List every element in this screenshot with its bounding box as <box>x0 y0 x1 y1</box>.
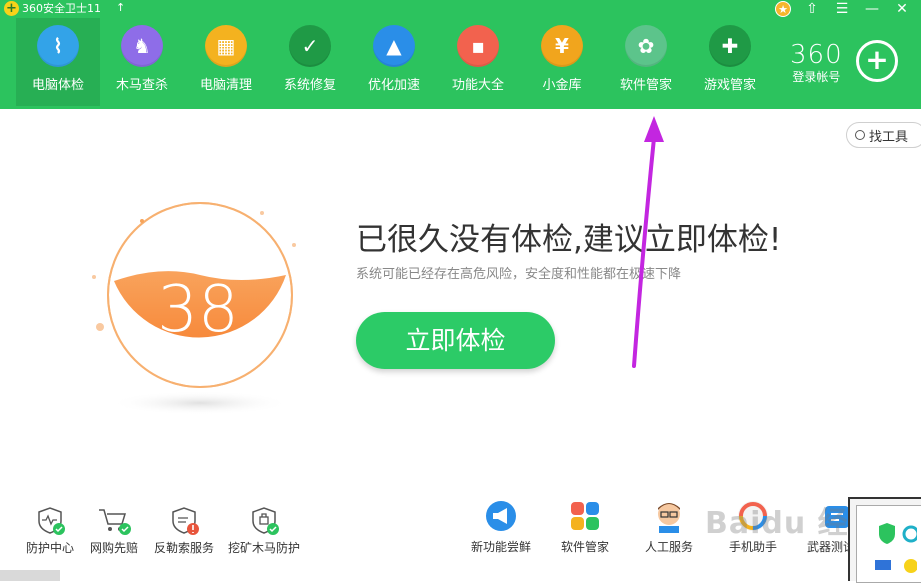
bottom-left-services: 防护中心 网购先赔 反勒索服务 挖矿木马防护 <box>20 505 308 556</box>
apps-icon: ✿ <box>625 25 667 67</box>
skin-icon[interactable]: ⇧ <box>803 1 821 17</box>
quick-link-label: 软件管家 <box>560 540 609 554</box>
add-icon[interactable]: + <box>856 40 898 82</box>
nav-item-8[interactable]: ✚ 游戏管家 <box>688 18 772 106</box>
logo-icon: + <box>4 1 19 16</box>
megaphone-icon <box>464 498 538 534</box>
tray-popup-content <box>856 505 921 583</box>
quick-link-label: 人工服务 <box>644 540 693 554</box>
quick-link-0[interactable]: 新功能尝鲜 <box>464 498 538 555</box>
gamepad-icon: ✚ <box>709 25 751 67</box>
lock-shield-icon <box>224 505 304 537</box>
close-icon[interactable]: ✕ <box>893 1 911 17</box>
nav-item-2[interactable]: ▦ 电脑清理 <box>184 18 268 106</box>
main-nav: ⌇ 电脑体检 ♞ 木马查杀 ▦ 电脑清理 ✓ 系统修复 ▲ 优化加速 ▪ 功能大全 ¥ 小金库 ✿ 软件管家 ✚… <box>16 18 772 106</box>
start-check-button[interactable]: 立即体检 <box>356 312 555 369</box>
service-2[interactable]: 反勒索服务 <box>148 505 220 556</box>
nav-label: 功能大全 <box>451 78 504 93</box>
score-value: 38 <box>157 273 238 347</box>
coin-icon: ¥ <box>541 25 583 67</box>
quick-link-label: 新功能尝鲜 <box>470 540 531 554</box>
score-gauge: 38 分 <box>92 202 296 415</box>
monitor-icon: ⌇ <box>37 25 79 67</box>
score-unit: 分 <box>241 328 254 343</box>
menu-icon[interactable]: ☰ <box>833 1 851 17</box>
annotation-arrow <box>632 116 664 368</box>
nav-label: 小金库 <box>542 78 582 93</box>
find-tools-label: 找工具 <box>869 129 909 145</box>
horse-icon: ♞ <box>121 25 163 67</box>
apps-icon <box>548 498 622 534</box>
service-label: 网购先赔 <box>89 541 138 555</box>
nav-item-6[interactable]: ¥ 小金库 <box>520 18 604 106</box>
window-controls: ★ ⇧ ☰ — ✕ <box>775 0 911 18</box>
taskbar-fragment <box>0 570 60 581</box>
minimize-icon[interactable]: — <box>863 1 881 17</box>
service-label: 防护中心 <box>25 541 74 555</box>
app-title: 360安全卫士11 <box>22 2 101 15</box>
find-tools-button[interactable]: 找工具 <box>846 122 921 148</box>
tray-icons <box>875 523 920 573</box>
alert-shield-icon <box>148 505 220 537</box>
quick-link-1[interactable]: 软件管家 <box>548 498 622 555</box>
headline: 已很久没有体检,建议立即体检! <box>356 222 782 258</box>
agent-icon <box>632 498 706 534</box>
login-link[interactable]: 登录帐号 <box>790 68 843 85</box>
tray-popup <box>848 497 921 583</box>
service-label: 挖矿木马防护 <box>227 541 300 555</box>
service-label: 反勒索服务 <box>153 541 214 555</box>
nav-item-5[interactable]: ▪ 功能大全 <box>436 18 520 106</box>
app-window: + 360安全卫士11 ↑ ★ ⇧ ☰ — ✕ ⌇ 电脑体检 ♞ 木马查杀 ▦ 电脑清理 ✓… <box>0 0 921 583</box>
nav-label: 电脑体检 <box>31 78 84 93</box>
quick-link-2[interactable]: 人工服务 <box>632 498 706 555</box>
service-3[interactable]: 挖矿木马防护 <box>224 505 304 556</box>
service-0[interactable]: 防护中心 <box>20 505 80 556</box>
cart-icon <box>84 505 144 537</box>
brand-360: 360 <box>790 40 843 70</box>
nav-item-7[interactable]: ✿ 软件管家 <box>604 18 688 106</box>
nav-item-0[interactable]: ⌇ 电脑体检 <box>16 18 100 106</box>
broom-icon: ▦ <box>205 25 247 67</box>
service-1[interactable]: 网购先赔 <box>84 505 144 556</box>
shield-icon: ✓ <box>289 25 331 67</box>
upgrade-icon[interactable]: ↑ <box>116 0 125 16</box>
grid-icon: ▪ <box>457 25 499 67</box>
nav-label: 优化加速 <box>367 78 420 93</box>
nav-label: 系统修复 <box>283 78 336 93</box>
nav-label: 木马查杀 <box>115 78 168 93</box>
pulse-shield-icon <box>20 505 80 537</box>
nav-item-1[interactable]: ♞ 木马查杀 <box>100 18 184 106</box>
nav-item-3[interactable]: ✓ 系统修复 <box>268 18 352 106</box>
nav-label: 游戏管家 <box>703 78 756 93</box>
search-icon <box>855 130 865 140</box>
star-icon[interactable]: ★ <box>775 1 791 17</box>
nav-label: 电脑清理 <box>199 78 252 93</box>
nav-item-4[interactable]: ▲ 优化加速 <box>352 18 436 106</box>
title-bar: + 360安全卫士11 ↑ ★ ⇧ ☰ — ✕ <box>0 0 921 18</box>
header: + 360安全卫士11 ↑ ★ ⇧ ☰ — ✕ ⌇ 电脑体检 ♞ 木马查杀 ▦ 电脑清理 ✓… <box>0 0 921 109</box>
rocket-icon: ▲ <box>373 25 415 67</box>
nav-label: 软件管家 <box>619 78 672 93</box>
account-area[interactable]: 360 登录帐号 <box>790 40 843 85</box>
